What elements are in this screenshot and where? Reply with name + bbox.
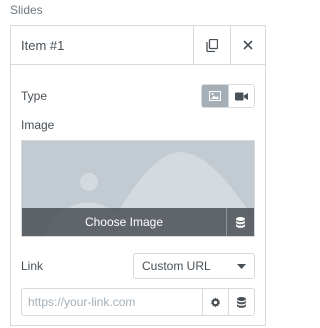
url-control [21, 288, 255, 316]
type-image-button[interactable] [202, 85, 228, 107]
url-dynamic-tags-button[interactable] [228, 289, 254, 315]
url-field-group [21, 288, 255, 316]
type-control: Type [21, 84, 255, 108]
link-control: Link Custom URL [21, 253, 255, 279]
url-input[interactable] [22, 289, 202, 315]
repeater-item-header[interactable]: Item #1 [11, 26, 265, 65]
type-label: Type [21, 89, 48, 103]
choose-image-button[interactable]: Choose Image [22, 208, 226, 236]
link-label: Link [21, 259, 44, 273]
remove-button[interactable] [230, 26, 265, 64]
database-icon [237, 296, 246, 308]
dynamic-tags-button[interactable] [226, 208, 254, 236]
image-media-control[interactable]: Choose Image [21, 140, 255, 237]
database-icon [236, 216, 245, 228]
media-action-bar: Choose Image [22, 208, 254, 236]
link-type-selected: Custom URL [142, 259, 211, 273]
duplicate-button[interactable] [193, 26, 230, 64]
image-label: Image [21, 118, 55, 132]
link-type-select[interactable]: Custom URL [133, 253, 255, 279]
image-icon [209, 91, 221, 101]
item-title[interactable]: Item #1 [11, 38, 193, 53]
close-icon [243, 40, 253, 50]
video-camera-icon [235, 92, 248, 100]
type-video-button[interactable] [228, 85, 254, 107]
type-toggle [201, 84, 255, 108]
link-options-button[interactable] [202, 289, 228, 315]
gear-icon [211, 296, 220, 307]
section-title: Slides [10, 3, 43, 17]
repeater-item-panel: Item #1 Type Image Choose Image Link Cus… [10, 25, 266, 326]
caret-down-icon [237, 263, 246, 269]
copy-icon [206, 38, 218, 52]
